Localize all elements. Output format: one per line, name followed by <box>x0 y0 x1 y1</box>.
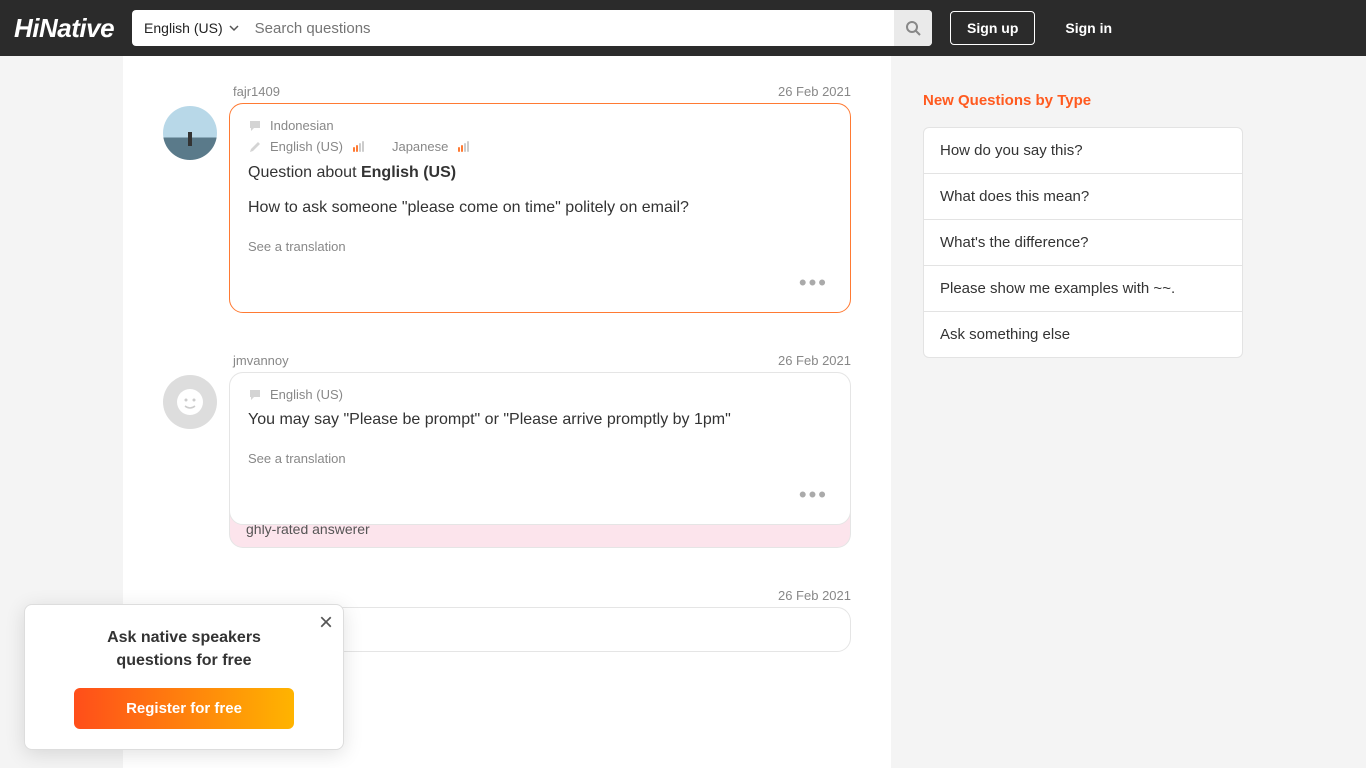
signup-button[interactable]: Sign up <box>950 11 1035 45</box>
question-title: Question about English (US) <box>248 164 832 182</box>
learning-language-1: English (US) <box>270 139 343 154</box>
sidebar-item[interactable]: Please show me examples with ~~. <box>924 266 1242 312</box>
sidebar-item[interactable]: How do you say this? <box>924 128 1242 174</box>
header: HiNative English (US) Sign up Sign in <box>0 0 1366 56</box>
speech-icon <box>248 119 262 133</box>
logo[interactable]: HiNative <box>14 13 114 44</box>
level-bars-icon <box>353 141 364 152</box>
close-icon[interactable]: × <box>319 611 333 635</box>
register-promo: × Ask native speakers questions for free… <box>24 604 344 750</box>
sidebar-item[interactable]: Ask something else <box>924 312 1242 357</box>
learning-language-2: Japanese <box>392 139 448 154</box>
more-options-button[interactable]: ••• <box>248 262 832 304</box>
answer-body: You may say "Please be prompt" or "Pleas… <box>248 408 832 432</box>
speech-icon <box>248 388 262 402</box>
sidebar-item[interactable]: What does this mean? <box>924 174 1242 220</box>
search-bar: English (US) <box>132 10 932 46</box>
question-type-list: How do you say this? What does this mean… <box>923 127 1243 358</box>
default-avatar-icon <box>175 387 205 417</box>
answer-date: 26 Feb 2021 <box>778 353 851 368</box>
more-options-button[interactable]: ••• <box>248 474 832 516</box>
question-body: How to ask someone "please come on time"… <box>248 196 832 220</box>
avatar[interactable] <box>163 106 217 160</box>
see-translation-link[interactable]: See a translation <box>248 239 346 254</box>
language-selector[interactable]: English (US) <box>132 10 251 46</box>
answer-date: 26 Feb 2021 <box>778 588 851 603</box>
native-language: English (US) <box>270 387 343 402</box>
native-language: Indonesian <box>270 118 334 133</box>
avatar[interactable] <box>163 375 217 429</box>
answer-bubble: English (US) You may say "Please be prom… <box>229 372 851 525</box>
question-username[interactable]: fajr1409 <box>233 84 280 99</box>
signin-link[interactable]: Sign in <box>1053 20 1124 36</box>
question-bubble: Indonesian English (US) Japanese Questio… <box>229 103 851 313</box>
pencil-icon <box>248 140 262 154</box>
search-input[interactable] <box>251 10 894 46</box>
sidebar-title: New Questions by Type <box>923 92 1243 109</box>
sidebar: New Questions by Type How do you say thi… <box>923 56 1243 358</box>
search-icon <box>905 20 921 36</box>
see-translation-link[interactable]: See a translation <box>248 451 346 466</box>
answer-post: jmvannoy 26 Feb 2021 English (US) You ma… <box>163 353 851 548</box>
sidebar-item[interactable]: What's the difference? <box>924 220 1242 266</box>
chevron-down-icon <box>229 23 239 33</box>
answer-username[interactable]: jmvannoy <box>233 353 289 368</box>
question-post: fajr1409 26 Feb 2021 Indonesian English … <box>163 84 851 313</box>
question-date: 26 Feb 2021 <box>778 84 851 99</box>
language-selector-label: English (US) <box>144 20 223 36</box>
register-button[interactable]: Register for free <box>74 688 293 729</box>
level-bars-icon <box>458 141 469 152</box>
promo-text: Ask native speakers questions for free <box>47 627 321 672</box>
search-button[interactable] <box>894 10 932 46</box>
